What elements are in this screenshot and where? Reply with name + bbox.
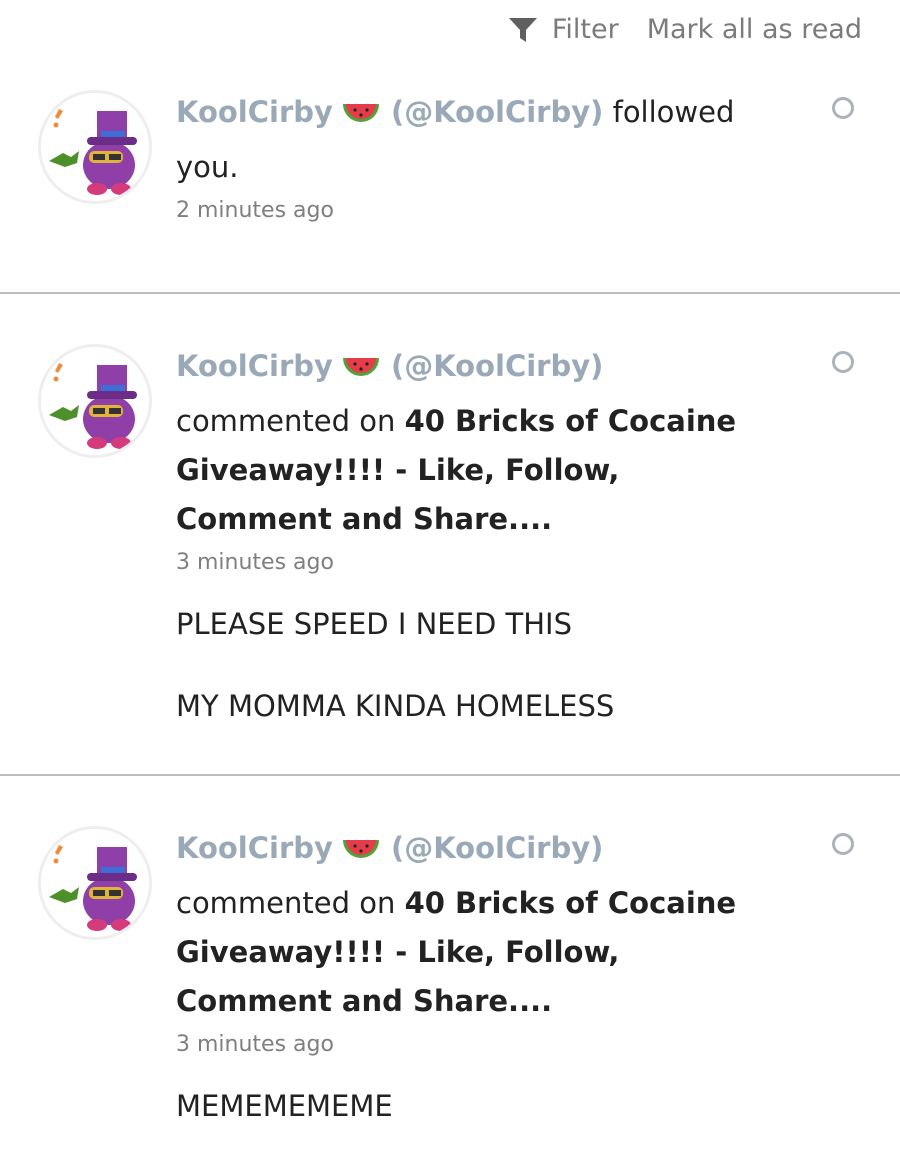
watermelon-emoji-icon [341,348,381,397]
watermelon-emoji-icon [341,830,381,879]
notification-timestamp: 3 minutes ago [176,1032,334,1057]
notification-action-line: commented on 40 Bricks of Cocaine [176,397,766,446]
post-title-link[interactable]: Giveaway!!!! - Like, Follow, [176,446,766,495]
notification-item[interactable]: KoolCirby (@KoolCirby) commented on 40 Br… [0,776,900,1167]
handle-link[interactable]: (@KoolCirby) [391,831,603,865]
watermelon-emoji-icon [341,94,381,143]
post-title-link[interactable]: Comment and Share.... [176,495,766,544]
username-link[interactable]: KoolCirby [176,831,333,865]
mark-read-toggle[interactable] [832,97,854,119]
mark-read-toggle[interactable] [832,351,854,373]
avatar[interactable] [38,344,152,458]
notification-action-line: commented on 40 Bricks of Cocaine [176,879,766,928]
notification-timestamp: 2 minutes ago [176,198,334,223]
comment-text: PLEASE SPEED I NEED THIS [176,607,572,641]
notification-action-continued: you. [176,150,239,184]
notification-body: KoolCirby (@KoolCirby) commented on 40 Br… [176,342,766,724]
handle-link[interactable]: (@KoolCirby) [391,95,603,129]
post-title-link[interactable]: Giveaway!!!! - Like, Follow, [176,928,766,977]
notification-item[interactable]: KoolCirby (@KoolCirby) followed you. 2 mi… [0,0,900,294]
purple-kirby-avatar [41,829,149,937]
post-title-link[interactable]: Comment and Share.... [176,977,766,1026]
username-link[interactable]: KoolCirby [176,349,333,383]
post-title-link[interactable]: 40 Bricks of Cocaine [405,886,737,920]
notification-action: followed [612,95,735,129]
notification-headline: KoolCirby (@KoolCirby) [176,824,766,879]
avatar[interactable] [38,90,152,204]
notification-body: KoolCirby (@KoolCirby) followed you. 2 mi… [176,88,766,226]
post-title-link[interactable]: 40 Bricks of Cocaine [405,404,737,438]
avatar[interactable] [38,826,152,940]
notification-action: commented on [176,404,396,438]
notification-body: KoolCirby (@KoolCirby) commented on 40 Br… [176,824,766,1124]
notification-headline: KoolCirby (@KoolCirby) followed [176,88,766,143]
notification-headline: KoolCirby (@KoolCirby) [176,342,766,397]
handle-link[interactable]: (@KoolCirby) [391,349,603,383]
purple-kirby-avatar [41,347,149,455]
comment-text: MY MOMMA KINDA HOMELESS [176,689,615,723]
comment-text: MEMEMEMEME [176,1089,393,1123]
purple-kirby-avatar [41,93,149,201]
username-link[interactable]: KoolCirby [176,95,333,129]
notification-item[interactable]: KoolCirby (@KoolCirby) commented on 40 Br… [0,294,900,774]
notification-action: commented on [176,886,396,920]
notification-timestamp: 3 minutes ago [176,550,334,575]
mark-read-toggle[interactable] [832,833,854,855]
